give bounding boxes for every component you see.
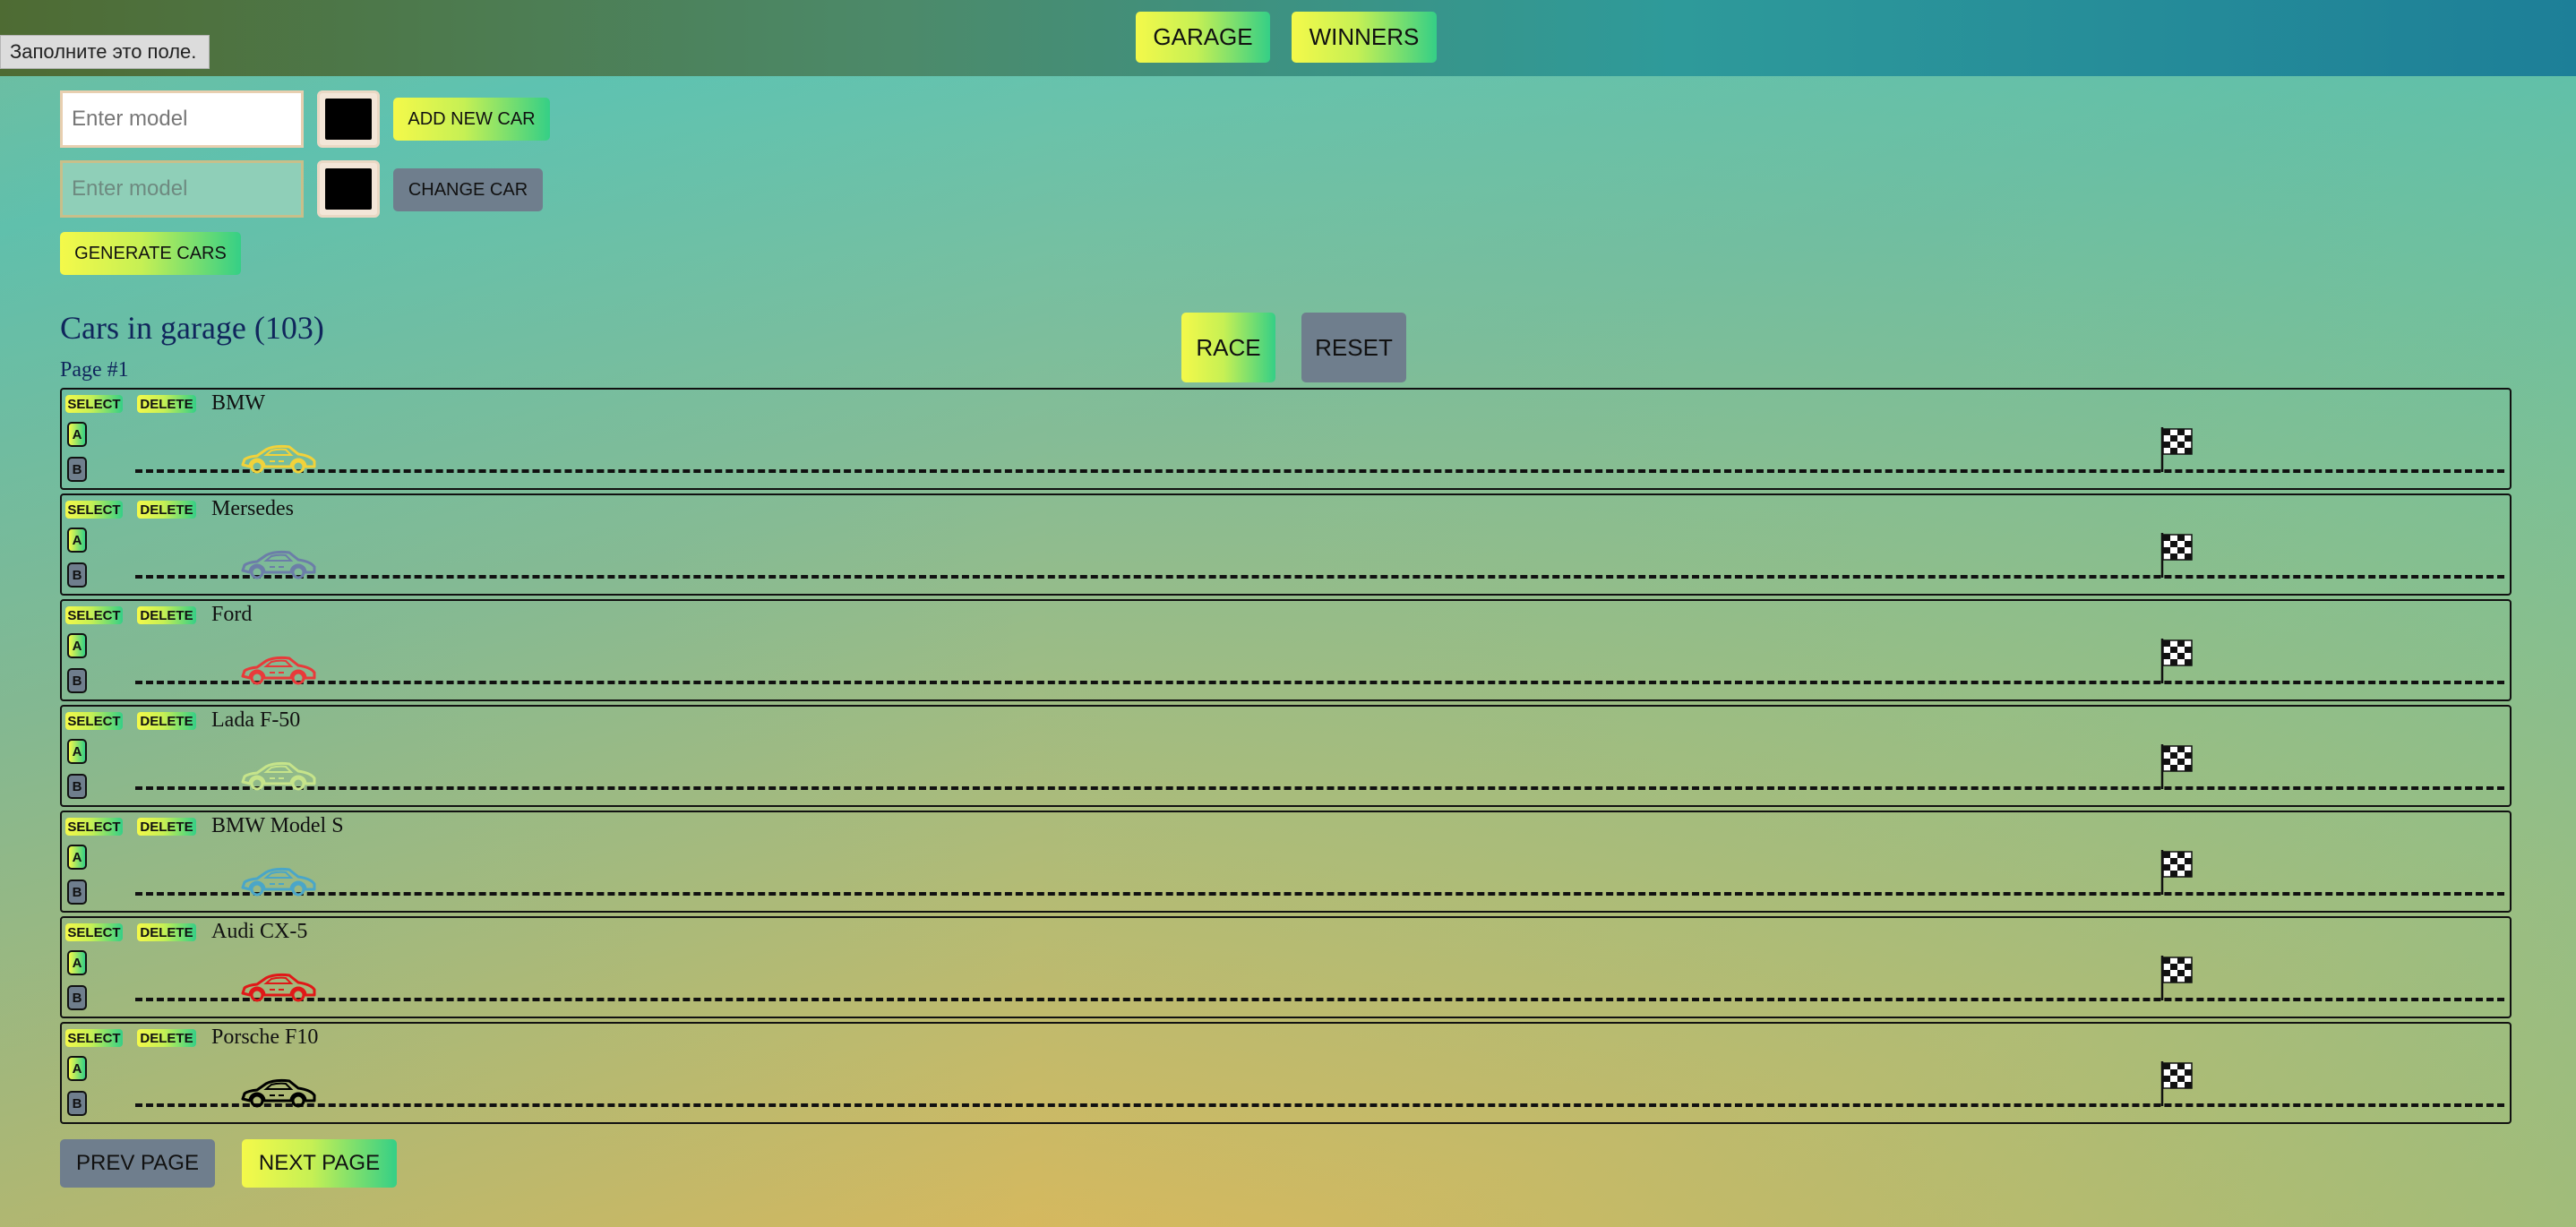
delete-car-button[interactable]: DELETE: [137, 606, 196, 624]
next-page-button[interactable]: NEXT PAGE: [242, 1139, 397, 1188]
garage-nav-button[interactable]: GARAGE: [1136, 12, 1270, 63]
start-engine-button[interactable]: A: [67, 1056, 87, 1081]
header-bar: [0, 0, 2576, 76]
road-line: [135, 786, 2504, 790]
select-car-button[interactable]: SELECT: [65, 501, 123, 519]
car-track: SELECT DELETE BMW Model S A B: [60, 811, 2512, 913]
race-button[interactable]: RACE: [1181, 313, 1275, 382]
finish-flag-icon: [2158, 637, 2195, 683]
finish-flag-icon: [2158, 742, 2195, 789]
road-line: [135, 469, 2504, 473]
car-name: Lada F-50: [211, 708, 301, 732]
car-track: SELECT DELETE Lada F-50 A B: [60, 705, 2512, 807]
car-name: Audi CX-5: [211, 920, 308, 943]
car-track: SELECT DELETE Mersedes A B: [60, 493, 2512, 596]
car-icon: [239, 864, 316, 897]
finish-flag-icon: [2158, 954, 2195, 1000]
update-color-picker[interactable]: [317, 160, 380, 218]
car-icon: [239, 547, 316, 579]
garage-count-title: Cars in garage (103): [60, 310, 324, 346]
delete-car-button[interactable]: DELETE: [137, 501, 196, 519]
finish-flag-icon: [2158, 425, 2195, 472]
prev-page-button[interactable]: PREV PAGE: [60, 1139, 215, 1188]
car-icon: [239, 1076, 316, 1108]
road-line: [135, 998, 2504, 1001]
add-new-car-button[interactable]: ADD NEW CAR: [393, 98, 550, 141]
update-model-input[interactable]: [60, 160, 304, 218]
page-number: Page #1: [60, 358, 129, 382]
reset-button[interactable]: RESET: [1301, 313, 1406, 382]
delete-car-button[interactable]: DELETE: [137, 395, 196, 413]
stop-engine-button[interactable]: B: [67, 668, 87, 693]
select-car-button[interactable]: SELECT: [65, 395, 123, 413]
stop-engine-button[interactable]: B: [67, 1091, 87, 1116]
car-name: Mersedes: [211, 497, 294, 520]
road-line: [135, 681, 2504, 684]
finish-flag-icon: [2158, 531, 2195, 578]
stop-engine-button[interactable]: B: [67, 879, 87, 905]
car-icon: [239, 970, 316, 1002]
create-color-swatch: [325, 99, 372, 140]
finish-flag-icon: [2158, 1060, 2195, 1106]
change-car-button[interactable]: CHANGE CAR: [393, 168, 543, 211]
update-color-swatch: [325, 168, 372, 210]
car-track: SELECT DELETE Audi CX-5 A B: [60, 916, 2512, 1018]
generate-cars-button[interactable]: GENERATE CARS: [60, 232, 241, 275]
stop-engine-button[interactable]: B: [67, 985, 87, 1010]
select-car-button[interactable]: SELECT: [65, 1029, 123, 1047]
select-car-button[interactable]: SELECT: [65, 606, 123, 624]
delete-car-button[interactable]: DELETE: [137, 712, 196, 730]
delete-car-button[interactable]: DELETE: [137, 818, 196, 836]
select-car-button[interactable]: SELECT: [65, 818, 123, 836]
finish-flag-icon: [2158, 848, 2195, 895]
car-name: Ford: [211, 603, 253, 626]
car-name: BMW: [211, 391, 265, 415]
start-engine-button[interactable]: A: [67, 422, 87, 447]
start-engine-button[interactable]: A: [67, 950, 87, 975]
stop-engine-button[interactable]: B: [67, 562, 87, 588]
delete-car-button[interactable]: DELETE: [137, 923, 196, 941]
car-name: Porsche F10: [211, 1025, 319, 1049]
car-icon: [239, 759, 316, 791]
create-model-input[interactable]: [60, 90, 304, 148]
road-line: [135, 892, 2504, 896]
car-icon: [239, 442, 316, 474]
stop-engine-button[interactable]: B: [67, 457, 87, 482]
start-engine-button[interactable]: A: [67, 633, 87, 658]
road-line: [135, 1103, 2504, 1107]
select-car-button[interactable]: SELECT: [65, 923, 123, 941]
start-engine-button[interactable]: A: [67, 528, 87, 553]
create-color-picker[interactable]: [317, 90, 380, 148]
road-line: [135, 575, 2504, 579]
stop-engine-button[interactable]: B: [67, 774, 87, 799]
car-icon: [239, 653, 316, 685]
start-engine-button[interactable]: A: [67, 739, 87, 764]
car-track: SELECT DELETE BMW A B: [60, 388, 2512, 490]
car-track: SELECT DELETE Porsche F10 A B: [60, 1022, 2512, 1124]
car-track: SELECT DELETE Ford A B: [60, 599, 2512, 701]
validation-tooltip: Заполните это поле.: [0, 35, 210, 69]
start-engine-button[interactable]: A: [67, 845, 87, 870]
winners-nav-button[interactable]: WINNERS: [1292, 12, 1437, 63]
delete-car-button[interactable]: DELETE: [137, 1029, 196, 1047]
select-car-button[interactable]: SELECT: [65, 712, 123, 730]
car-name: BMW Model S: [211, 814, 344, 837]
